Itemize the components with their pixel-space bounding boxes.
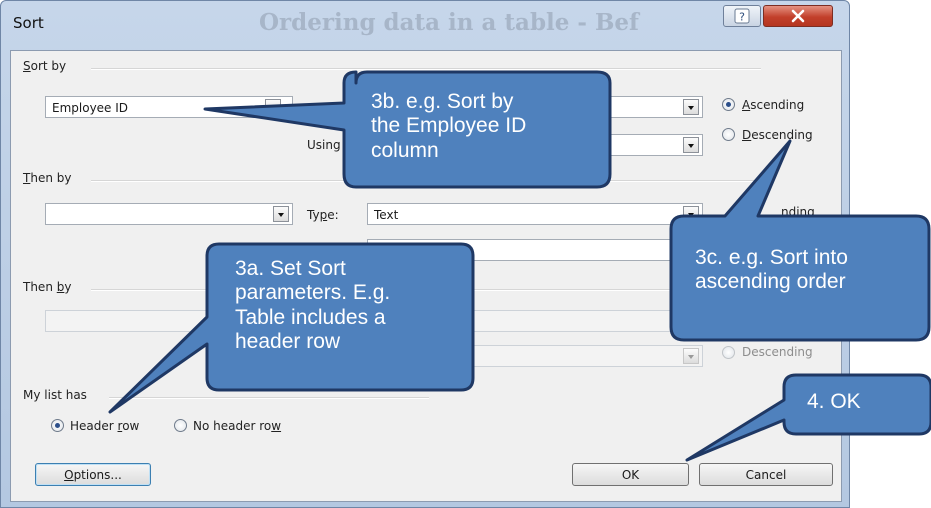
callout-3b-text: 3b. e.g. Sort by the Employee ID column — [371, 90, 527, 162]
callout-3c-shape — [669, 139, 931, 342]
callout-4-shape — [685, 373, 931, 462]
callout-3c-text: 3c. e.g. Sort into ascending order — [695, 246, 848, 294]
callout-3a-text: 3a. Set Sort parameters. E.g. Table incl… — [235, 257, 391, 354]
callout-4-text: 4. OK — [807, 390, 861, 413]
